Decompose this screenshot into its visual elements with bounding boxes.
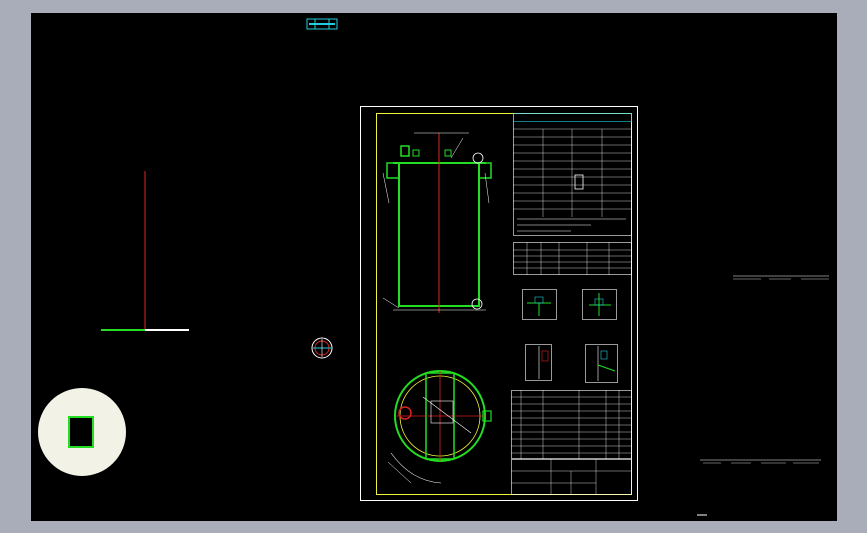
circle-symbol-icon[interactable] <box>311 337 333 359</box>
cyan-block-icon[interactable] <box>306 18 338 30</box>
drawing-svg <box>38 18 829 516</box>
drawing-canvas[interactable] <box>31 13 837 521</box>
cad-window <box>0 0 867 533</box>
navigation-compass-icon[interactable] <box>38 388 126 476</box>
ucs-axis-icon <box>101 171 189 331</box>
side-note-upper <box>733 275 829 280</box>
drawing-sheet[interactable] <box>360 106 638 501</box>
side-note-lower <box>700 459 821 464</box>
